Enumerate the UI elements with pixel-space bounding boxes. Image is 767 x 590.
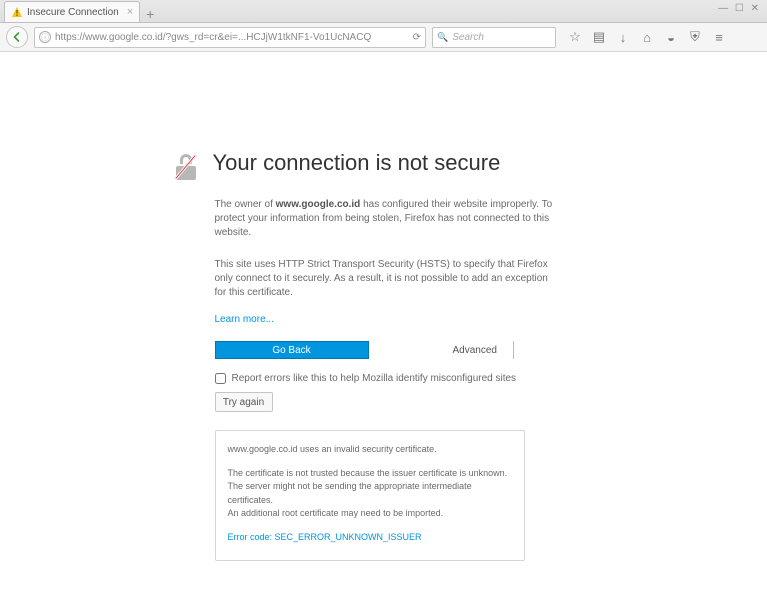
advanced-button[interactable]: Advanced <box>453 341 514 359</box>
window-close-button[interactable]: ✕ <box>751 3 761 14</box>
insecure-lock-icon <box>173 154 199 180</box>
url-bar[interactable]: ⓘ https://www.google.co.id/?gws_rd=cr&ei… <box>34 27 426 48</box>
try-again-button[interactable]: Try again <box>215 392 273 412</box>
detail-line-4: An additional root certificate may need … <box>228 507 512 521</box>
detail-line-1: www.google.co.id uses an invalid securit… <box>228 443 512 457</box>
error-code-line: Error code: SEC_ERROR_UNKNOWN_ISSUER <box>228 531 512 545</box>
identity-warning-icon[interactable]: ⓘ <box>39 31 51 43</box>
pocket-icon[interactable]: ◒ <box>664 30 678 45</box>
error-code-label: Error code: <box>228 532 275 542</box>
detail-line-3: The server might not be sending the appr… <box>228 480 512 507</box>
shield-icon[interactable]: ⛨ <box>688 29 702 45</box>
search-icon: 🔍 <box>437 32 448 43</box>
page-title: Your connection is not secure <box>213 150 501 176</box>
report-label: Report errors like this to help Mozilla … <box>232 373 517 384</box>
button-row: Go Back Advanced <box>215 341 553 359</box>
go-back-button[interactable]: Go Back <box>215 341 369 359</box>
error-code-link[interactable]: SEC_ERROR_UNKNOWN_ISSUER <box>275 532 422 542</box>
downloads-icon[interactable]: ↓ <box>616 30 630 45</box>
navigation-toolbar: ⓘ https://www.google.co.id/?gws_rd=cr&ei… <box>0 23 767 52</box>
url-text: https://www.google.co.id/?gws_rd=cr&ei=.… <box>55 32 409 43</box>
tab-title: Insecure Connection <box>27 7 119 18</box>
search-bar[interactable]: 🔍 Search <box>432 27 556 48</box>
sidebar-icon[interactable]: ▤ <box>592 29 606 45</box>
home-icon[interactable]: ⌂ <box>640 30 654 45</box>
window-controls: — ☐ ✕ <box>718 3 761 14</box>
menu-icon[interactable]: ≡ <box>712 30 726 45</box>
certificate-details-box: www.google.co.id uses an invalid securit… <box>215 430 525 561</box>
new-tab-button[interactable]: + <box>140 6 160 22</box>
warning-icon <box>11 6 23 18</box>
report-checkbox-input[interactable] <box>215 373 226 384</box>
toolbar-icons: ☆ ▤ ↓ ⌂ ◒ ⛨ ≡ <box>568 29 726 45</box>
owner-pre: The owner of <box>215 199 276 210</box>
bookmark-star-icon[interactable]: ☆ <box>568 29 582 45</box>
search-placeholder: Search <box>452 32 484 43</box>
owner-host: www.google.co.id <box>276 199 361 210</box>
owner-paragraph: The owner of www.google.co.id has config… <box>215 198 553 240</box>
reload-icon[interactable]: ⟳ <box>413 32 421 43</box>
window-minimize-button[interactable]: — <box>718 3 730 14</box>
learn-more-link[interactable]: Learn more... <box>215 314 274 325</box>
report-errors-checkbox[interactable]: Report errors like this to help Mozilla … <box>215 373 553 384</box>
back-button[interactable] <box>6 26 28 48</box>
window-maximize-button[interactable]: ☐ <box>735 3 746 14</box>
hsts-paragraph: This site uses HTTP Strict Transport Sec… <box>215 258 553 300</box>
page-content: Your connection is not secure The owner … <box>0 52 767 561</box>
tab-close-icon[interactable]: × <box>127 6 133 18</box>
browser-tab[interactable]: Insecure Connection × <box>4 1 140 22</box>
window-titlebar: Insecure Connection × + — ☐ ✕ <box>0 0 767 23</box>
detail-line-2: The certificate is not trusted because t… <box>228 467 512 481</box>
